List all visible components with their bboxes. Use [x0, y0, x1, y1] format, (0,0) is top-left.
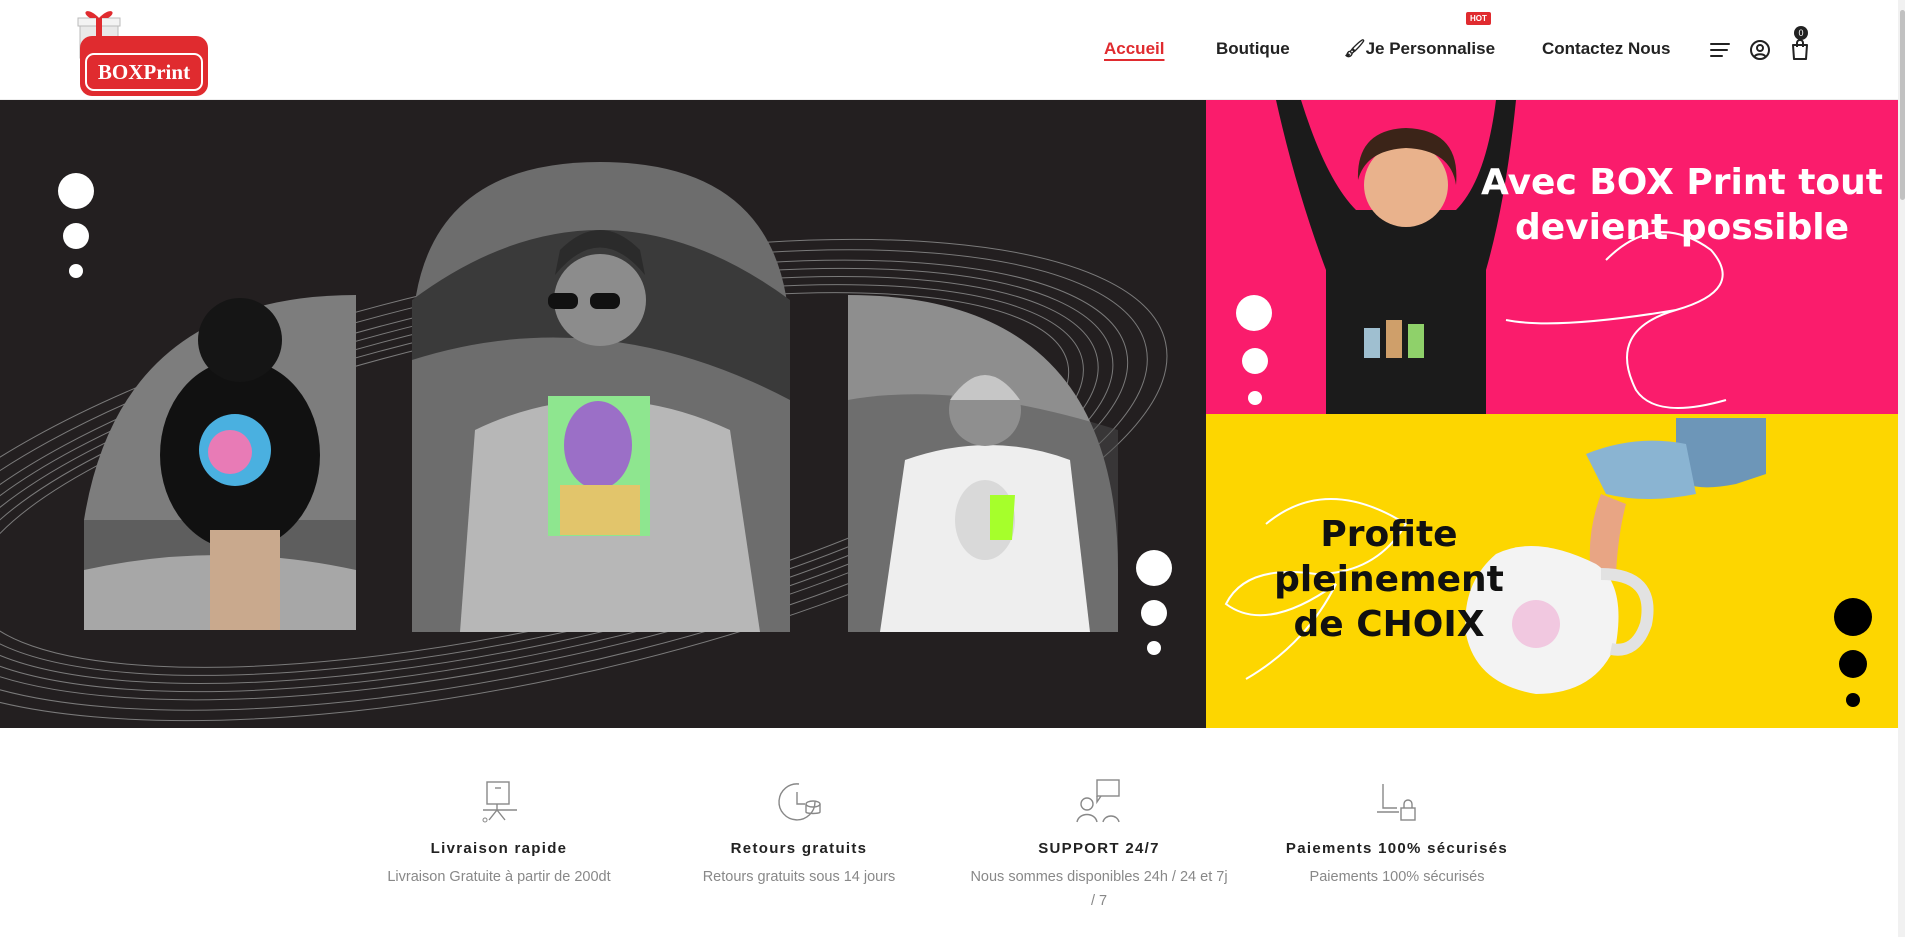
banner-yellow-title-line1: Profite pleinement [1274, 514, 1504, 600]
boxprint-logo[interactable]: BOXPrint [76, 6, 212, 98]
shopping-bag-icon[interactable] [1788, 38, 1812, 62]
hot-badge: HOT [1466, 12, 1491, 25]
cart-count-badge: 0 [1794, 26, 1808, 40]
banner-pink-title-line1: Avec BOX Print tout [1480, 162, 1883, 203]
feature-paiements: Paiements 100% sécurisés Paiements 100% … [1252, 776, 1542, 889]
site-header: BOXPrint Accueil Boutique 🖌Je Personnali… [0, 0, 1905, 100]
nav-item-contactez-nous[interactable]: Contactez Nous [1542, 39, 1670, 59]
nav-item-je-personnalise[interactable]: 🖌Je Personnalise [1344, 39, 1495, 59]
decor-dot [1846, 693, 1860, 707]
hoodie-photo [84, 295, 356, 630]
feature-description: Livraison Gratuite à partir de 200dt [387, 869, 611, 885]
feature-description: Nous sommes disponibles 24h / 24 et 7j /… [970, 869, 1228, 909]
woman-illustration [1276, 100, 1727, 414]
tshirt-photo [848, 295, 1118, 632]
logo-text: BOXPrint [98, 60, 190, 84]
decor-dot [1248, 391, 1262, 405]
nav-item-accueil[interactable]: Accueil [1104, 39, 1164, 59]
hero-banner-yellow[interactable]: Profite pleinement de CHOIX [1206, 414, 1899, 728]
feature-livraison: Livraison rapide Livraison Gratuite à pa… [354, 776, 644, 889]
banner-pink-title-line2: devient possible [1514, 207, 1849, 248]
user-icon[interactable] [1748, 38, 1772, 62]
banner-yellow-title-line2: de CHOIX [1293, 604, 1485, 645]
feature-title: SUPPORT 24/7 [1038, 840, 1160, 857]
decor-dot [1834, 598, 1872, 636]
hero-main-banner[interactable] [0, 100, 1206, 728]
secure-payment-icon [1373, 776, 1421, 828]
scrollbar-thumb[interactable] [1900, 10, 1905, 200]
feature-support: SUPPORT 24/7 Nous sommes disponibles 24h… [954, 776, 1244, 913]
support-icon [1075, 776, 1123, 828]
feature-title: Livraison rapide [430, 840, 568, 857]
menu-icon[interactable] [1708, 38, 1732, 62]
banner-yellow-title: Profite pleinement de CHOIX [1206, 512, 1572, 647]
decor-dot [1839, 650, 1867, 678]
feature-description: Retours gratuits sous 14 jours [702, 869, 896, 885]
decor-dot [1242, 348, 1268, 374]
page: BOXPrint Accueil Boutique 🖌Je Personnali… [0, 0, 1905, 937]
banner-pink-title: Avec BOX Print tout devient possible [1472, 160, 1892, 250]
hero-illustration [0, 162, 1172, 722]
page-scrollbar[interactable] [1898, 0, 1905, 937]
delivery-icon [475, 776, 523, 828]
feature-title: Retours gratuits [730, 840, 868, 857]
decor-dot [1236, 295, 1272, 331]
returns-icon [775, 776, 823, 828]
feature-retours: Retours gratuits Retours gratuits sous 1… [654, 776, 944, 889]
nav-item-boutique[interactable]: Boutique [1216, 39, 1290, 59]
sweatshirt-photo [412, 162, 790, 632]
feature-title: Paiements 100% sécurisés [1285, 840, 1509, 857]
hero-banner-pink[interactable]: Avec BOX Print tout devient possible [1206, 100, 1899, 414]
features-section: Livraison rapide Livraison Gratuite à pa… [0, 728, 1905, 937]
feature-description: Paiements 100% sécurisés [1309, 869, 1485, 885]
